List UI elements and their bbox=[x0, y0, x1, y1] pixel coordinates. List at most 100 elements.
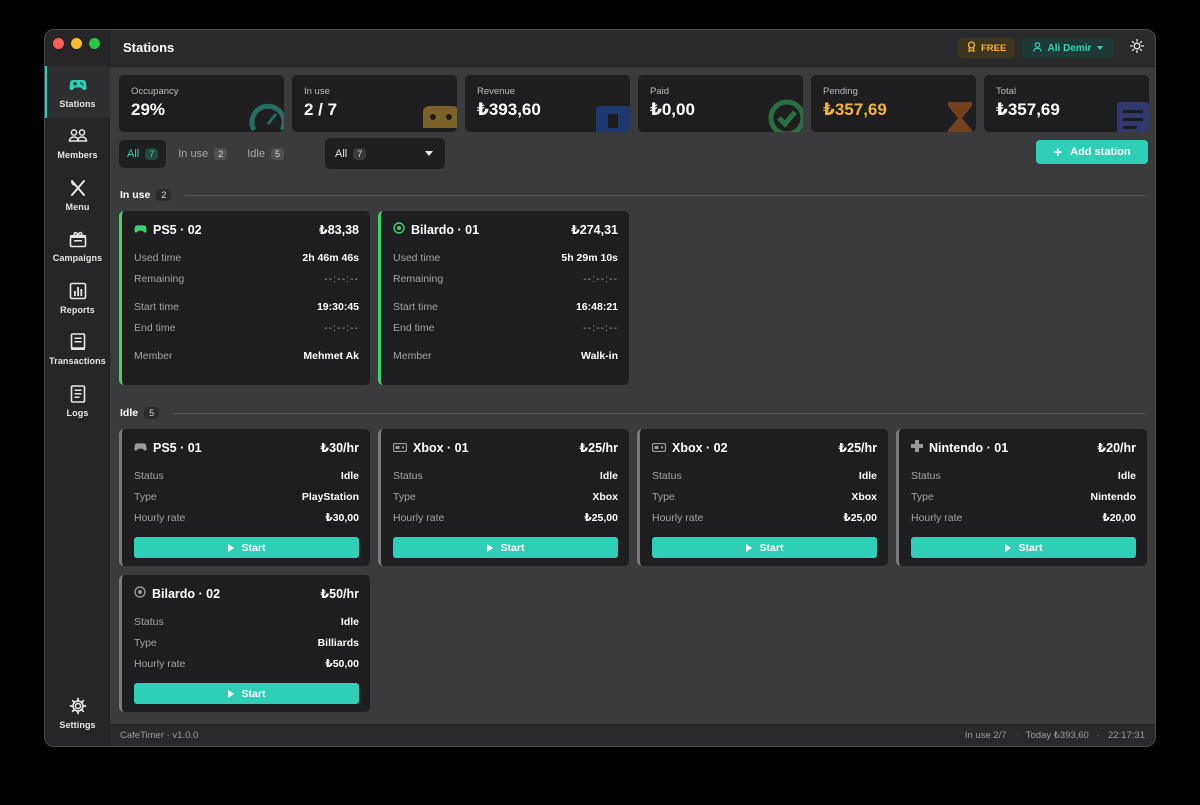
users-icon bbox=[68, 126, 88, 146]
play-icon bbox=[1004, 543, 1011, 552]
stat-title: Pending bbox=[823, 86, 858, 97]
start-button[interactable]: Start bbox=[134, 683, 359, 704]
station-name: Xbox · 02 bbox=[672, 440, 728, 455]
station-name: PS5 · 01 bbox=[153, 440, 202, 455]
card-header: Xbox · 01 ₺25/hr bbox=[392, 439, 618, 456]
title-bar: Stations FREE Ali Demir bbox=[110, 30, 1155, 67]
play-icon bbox=[227, 543, 234, 552]
detail-label: Start time bbox=[393, 300, 438, 313]
add-station-button[interactable]: + Add station bbox=[1036, 140, 1148, 164]
start-button[interactable]: Start bbox=[393, 537, 618, 558]
start-button[interactable]: Start bbox=[652, 537, 877, 558]
sidebar-item-transactions[interactable]: Transactions bbox=[45, 324, 110, 376]
tab-all[interactable]: All 7 bbox=[119, 140, 167, 168]
tab-idle[interactable]: Idle 5 bbox=[239, 140, 292, 168]
detail-label: Type bbox=[911, 490, 934, 503]
zoom-window-button[interactable] bbox=[89, 38, 100, 49]
detail-value: ₺30,00 bbox=[325, 511, 359, 524]
sidebar-item-campaigns[interactable]: Campaigns bbox=[45, 221, 110, 273]
sidebar-item-logs[interactable]: Logs bbox=[45, 375, 110, 427]
detail-label: Used time bbox=[393, 251, 441, 264]
section-count: 5 bbox=[144, 407, 160, 419]
footer-in-use: In use 2/7 bbox=[964, 730, 1007, 741]
station-card-idle[interactable]: Bilardo · 02 ₺50/hr Status Idle Type Billi… bbox=[119, 575, 370, 712]
detail-label: Type bbox=[134, 490, 157, 503]
stat-total: Total ₺357,69 bbox=[984, 75, 1149, 132]
station-card-idle[interactable]: Nintendo · 01 ₺20/hr Status Idle Type Nint… bbox=[896, 429, 1147, 566]
detail-row: Status Idle bbox=[393, 465, 618, 486]
page-title: Stations bbox=[123, 40, 175, 55]
detail-value: Xbox bbox=[851, 490, 877, 503]
detail-row: Remaining --:--:-- bbox=[134, 268, 359, 289]
stat-revenue: Revenue ₺393,60 bbox=[465, 75, 630, 132]
station-name: PS5 · 02 bbox=[153, 222, 202, 237]
sidebar-item-settings[interactable]: Settings bbox=[45, 690, 110, 736]
gamepad-icon bbox=[134, 223, 147, 237]
detail-row: Start time 16:48:21 bbox=[393, 296, 618, 317]
station-card-idle[interactable]: Xbox · 02 ₺25/hr Status Idle Type Xbox Hou… bbox=[637, 429, 888, 566]
start-button[interactable]: Start bbox=[911, 537, 1136, 558]
sidebar-item-stations[interactable]: Stations bbox=[45, 66, 110, 118]
tab-in-use[interactable]: In use 2 bbox=[170, 140, 235, 168]
tab-count: 7 bbox=[145, 148, 159, 160]
station-card-active[interactable]: Bilardo · 01 ₺274,31 Used time 5h 29m 10s… bbox=[378, 211, 629, 385]
footer-separator: · bbox=[1014, 730, 1018, 741]
card-header: Nintendo · 01 ₺20/hr bbox=[911, 439, 1136, 456]
close-window-button[interactable] bbox=[53, 38, 64, 49]
stat-paid: Paid ₺0,00 bbox=[638, 75, 803, 132]
billiard-ball-icon bbox=[393, 222, 405, 237]
minimize-window-button[interactable] bbox=[71, 38, 82, 49]
station-amount: ₺274,31 bbox=[571, 223, 618, 237]
detail-label: Remaining bbox=[393, 272, 444, 285]
detail-row: Used time 5h 29m 10s bbox=[393, 247, 618, 268]
app-version: CafeTimer · v1.0.0 bbox=[120, 730, 199, 741]
plus-icon: + bbox=[1053, 143, 1063, 161]
detail-value: Xbox bbox=[592, 490, 618, 503]
tab-label: Idle bbox=[247, 148, 265, 160]
detail-label: Hourly rate bbox=[911, 511, 963, 524]
detail-label: Hourly rate bbox=[134, 511, 186, 524]
detail-value: Idle bbox=[340, 469, 359, 482]
theme-toggle-button[interactable] bbox=[1128, 38, 1146, 57]
station-card-idle[interactable]: Xbox · 01 ₺25/hr Status Idle Type Xbox Hou… bbox=[378, 429, 629, 566]
detail-label: Status bbox=[134, 469, 164, 482]
detail-value: Idle bbox=[858, 469, 877, 482]
sidebar-item-label: Logs bbox=[66, 407, 89, 418]
detail-label: Hourly rate bbox=[393, 511, 445, 524]
detail-value: 19:30:45 bbox=[316, 300, 359, 313]
detail-row: Member Mehmet Ak bbox=[134, 345, 359, 366]
detail-label: Used time bbox=[134, 251, 182, 264]
detail-label: Type bbox=[393, 490, 416, 503]
plan-badge[interactable]: FREE bbox=[958, 38, 1016, 58]
station-card-active[interactable]: PS5 · 02 ₺83,38 Used time 2h 46m 46s Rema… bbox=[119, 211, 370, 385]
gear-icon bbox=[68, 696, 88, 716]
detail-label: Start time bbox=[134, 300, 179, 313]
card-header: Bilardo · 02 ₺50/hr bbox=[134, 585, 359, 602]
start-label: Start bbox=[241, 687, 266, 700]
detail-row: Type Xbox bbox=[393, 486, 618, 507]
detail-value: --:--:-- bbox=[583, 321, 618, 334]
detail-row: End time --:--:-- bbox=[393, 317, 618, 338]
type-filter-select[interactable]: All 7 bbox=[325, 138, 445, 169]
sidebar-item-members[interactable]: Members bbox=[45, 118, 110, 170]
station-card-idle[interactable]: PS5 · 01 ₺30/hr Status Idle Type PlayStati… bbox=[119, 429, 370, 566]
detail-value: Idle bbox=[599, 469, 618, 482]
sidebar-item-reports[interactable]: Reports bbox=[45, 272, 110, 324]
detail-value: --:--:-- bbox=[324, 321, 359, 334]
detail-label: Hourly rate bbox=[652, 511, 704, 524]
gauge-icon bbox=[249, 103, 284, 132]
detail-row: Hourly rate ₺25,00 bbox=[393, 507, 618, 528]
sidebar-item-label: Transactions bbox=[49, 356, 106, 367]
utensils-icon bbox=[68, 178, 88, 198]
station-name: Nintendo · 01 bbox=[929, 440, 1009, 455]
user-menu-button[interactable]: Ali Demir bbox=[1022, 38, 1114, 58]
billiard-ball-icon bbox=[134, 586, 146, 601]
detail-row: Type Xbox bbox=[652, 486, 877, 507]
card-header: PS5 · 02 ₺83,38 bbox=[134, 221, 359, 238]
start-button[interactable]: Start bbox=[134, 537, 359, 558]
detail-label: Type bbox=[134, 636, 157, 649]
detail-label: End time bbox=[393, 321, 435, 334]
add-station-label: Add station bbox=[1070, 146, 1131, 158]
detail-value: Billiards bbox=[317, 636, 359, 649]
sidebar-item-menu[interactable]: Menu bbox=[45, 169, 110, 221]
